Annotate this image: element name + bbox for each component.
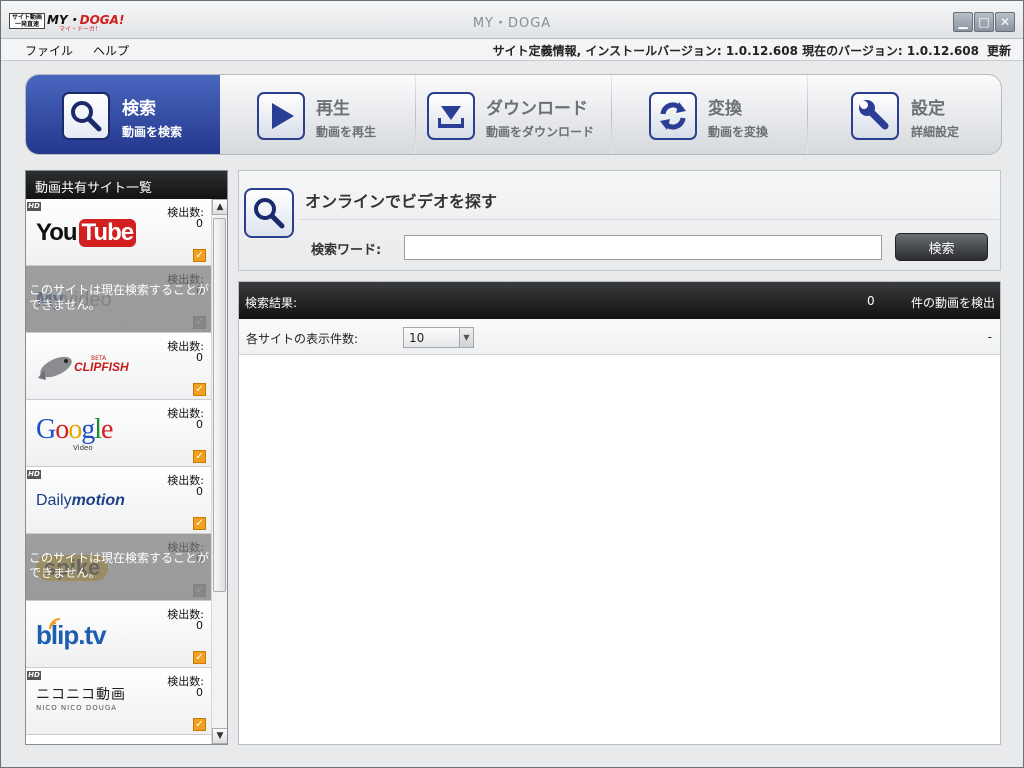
disabled-message: このサイトは現在検索することができません。 <box>29 551 210 580</box>
nav-search[interactable]: 検索 動画を検索 <box>26 75 220 154</box>
keyword-input[interactable] <box>404 235 882 260</box>
nav-download-sub: 動画をダウンロード <box>486 125 595 139</box>
niconico-logo: ニコニコ動画 NICO NICO DOUGA <box>36 687 126 712</box>
site-list-panel: 動画共有サイト一覧 HD YouTube 検出数: 0 ✓ Myvideo 検出… <box>25 170 228 745</box>
nav-convert-sub: 動画を変換 <box>708 125 769 139</box>
site-item-spike: spike 検出数: 0 ✓ このサイトは現在検索することができません。 <box>26 534 211 601</box>
site-count: 0 <box>196 686 203 699</box>
site-checkbox[interactable]: ✓ <box>193 651 206 664</box>
close-button[interactable]: ✕ <box>995 12 1015 32</box>
main-nav: 検索 動画を検索 再生 動画を再生 ダウンロード 動画をダウンロード 変換 動画… <box>25 74 1002 155</box>
results-list <box>239 356 1000 744</box>
nav-convert[interactable]: 変換 動画を変換 <box>612 75 807 154</box>
keyword-label: 検索ワード: <box>311 243 382 258</box>
site-item-clipfish[interactable]: CLIPFISH BETA 検出数: 0 ✓ <box>26 333 211 400</box>
search-panel: オンラインでビデオを探す 検索ワード: 検索 <box>238 170 1001 271</box>
site-checkbox[interactable]: ✓ <box>193 249 206 262</box>
bliptv-logo: blip.tv <box>36 617 151 653</box>
hd-badge: HD <box>27 202 41 211</box>
site-list: HD YouTube 検出数: 0 ✓ Myvideo 検出数: 0 ✓ このサ… <box>26 199 211 744</box>
menu-file[interactable]: ファイル <box>25 42 73 59</box>
site-checkbox[interactable]: ✓ <box>193 718 206 731</box>
dailymotion-logo: Daily motion <box>36 492 125 509</box>
nav-settings[interactable]: 設定 詳細設定 <box>808 75 1001 154</box>
results-toolbar: 各サイトの表示件数: 10 ▼ - <box>239 319 1000 355</box>
google-video-logo: Google Video <box>36 414 113 453</box>
hd-badge: HD <box>27 671 41 680</box>
site-checkbox[interactable]: ✓ <box>193 383 206 396</box>
pager-text: - <box>987 330 992 344</box>
scrollbar-thumb[interactable] <box>213 218 226 592</box>
site-item-youtube[interactable]: HD You Tube 検出数: 0 ✓ <box>26 199 211 266</box>
per-site-value: 10 <box>409 331 425 345</box>
per-site-select[interactable]: 10 ▼ <box>403 327 474 348</box>
nav-search-sub: 動画を検索 <box>122 125 183 139</box>
clipfish-logo: CLIPFISH BETA <box>36 349 151 385</box>
site-count: 0 <box>196 351 203 364</box>
per-site-label: 各サイトの表示件数: <box>246 332 359 346</box>
close-icon: ✕ <box>999 15 1011 29</box>
disabled-overlay: このサイトは現在検索することができません。 <box>26 534 211 600</box>
menu-bar: ファイル ヘルプ サイト定義情報, インストールバージョン: 1.0.12.60… <box>1 39 1023 61</box>
site-list-title: 動画共有サイト一覧 <box>26 171 227 199</box>
search-title: オンラインでビデオを探す <box>305 192 498 211</box>
site-item-bliptv[interactable]: blip.tv 検出数: 0 ✓ <box>26 601 211 668</box>
results-count: 0 <box>867 294 875 308</box>
nav-play[interactable]: 再生 動画を再生 <box>220 75 414 154</box>
results-panel: 検索結果: 0 件の動画を検出 各サイトの表示件数: 10 ▼ - <box>238 281 1001 745</box>
site-item-niconico[interactable]: HD ニコニコ動画 NICO NICO DOUGA 検出数: 0 ✓ <box>26 668 211 735</box>
convert-icon <box>649 92 697 140</box>
site-list-scrollbar[interactable]: ▲ ▼ <box>211 199 227 744</box>
nav-download-label: ダウンロード <box>486 99 588 119</box>
wifi-icon <box>48 618 60 630</box>
nav-download[interactable]: ダウンロード 動画をダウンロード <box>391 75 611 154</box>
nav-settings-label: 設定 <box>911 99 945 119</box>
download-icon <box>427 92 475 140</box>
site-count: 0 <box>196 485 203 498</box>
site-item-dailymotion[interactable]: HD Daily motion 検出数: 0 ✓ <box>26 467 211 534</box>
site-count: 0 <box>196 217 203 230</box>
nav-play-label: 再生 <box>316 99 350 119</box>
divider <box>299 219 999 220</box>
window-title: MY・DOGA <box>472 16 552 31</box>
search-icon <box>62 92 110 140</box>
site-count: 0 <box>196 619 203 632</box>
scroll-down-arrow[interactable]: ▼ <box>212 728 227 744</box>
site-checkbox[interactable]: ✓ <box>193 517 206 530</box>
disabled-message: このサイトは現在検索することができません。 <box>29 283 210 312</box>
site-item-google-video[interactable]: Google Video 検出数: 0 ✓ <box>26 400 211 467</box>
wrench-icon <box>851 92 899 140</box>
maximize-icon: □ <box>978 15 990 29</box>
minimize-button[interactable]: ▁ <box>953 12 973 32</box>
fish-icon <box>38 356 72 380</box>
menu-help[interactable]: ヘルプ <box>93 42 129 59</box>
title-bar: サイト動画 一発直速 MY・DOGA! マイ・ドーガ！ MY・DOGA ▁ □ ✕ <box>1 1 1023 39</box>
nav-convert-label: 変換 <box>708 99 742 119</box>
results-suffix: 件の動画を検出 <box>910 296 995 310</box>
magnifier-icon <box>254 198 285 229</box>
nav-play-sub: 動画を再生 <box>316 125 377 139</box>
minimize-icon: ▁ <box>958 15 968 29</box>
hd-badge: HD <box>27 470 41 479</box>
search-button[interactable]: 検索 <box>895 233 988 261</box>
results-header: 検索結果: 0 件の動画を検出 <box>239 282 1000 319</box>
chevron-down-icon[interactable]: ▼ <box>459 328 473 347</box>
play-icon <box>257 92 305 140</box>
version-info: サイト定義情報, インストールバージョン: 1.0.12.608 現在のバージョ… <box>492 44 979 58</box>
scroll-up-arrow[interactable]: ▲ <box>212 199 227 215</box>
search-panel-icon <box>244 188 294 238</box>
app-window: サイト動画 一発直速 MY・DOGA! マイ・ドーガ！ MY・DOGA ▁ □ ✕… <box>0 0 1024 768</box>
update-link[interactable]: 更新 <box>987 42 1011 59</box>
results-label: 検索結果: <box>245 296 298 310</box>
youtube-logo: You Tube <box>36 215 151 251</box>
nav-search-label: 検索 <box>122 99 156 119</box>
window-controls: ▁ □ ✕ <box>953 12 1015 32</box>
site-checkbox[interactable]: ✓ <box>193 450 206 463</box>
site-count: 0 <box>196 418 203 431</box>
site-item-myvideo: Myvideo 検出数: 0 ✓ このサイトは現在検索することができません。 <box>26 266 211 333</box>
nav-settings-sub: 詳細設定 <box>911 125 960 139</box>
maximize-button[interactable]: □ <box>974 12 994 32</box>
disabled-overlay: このサイトは現在検索することができません。 <box>26 266 211 332</box>
